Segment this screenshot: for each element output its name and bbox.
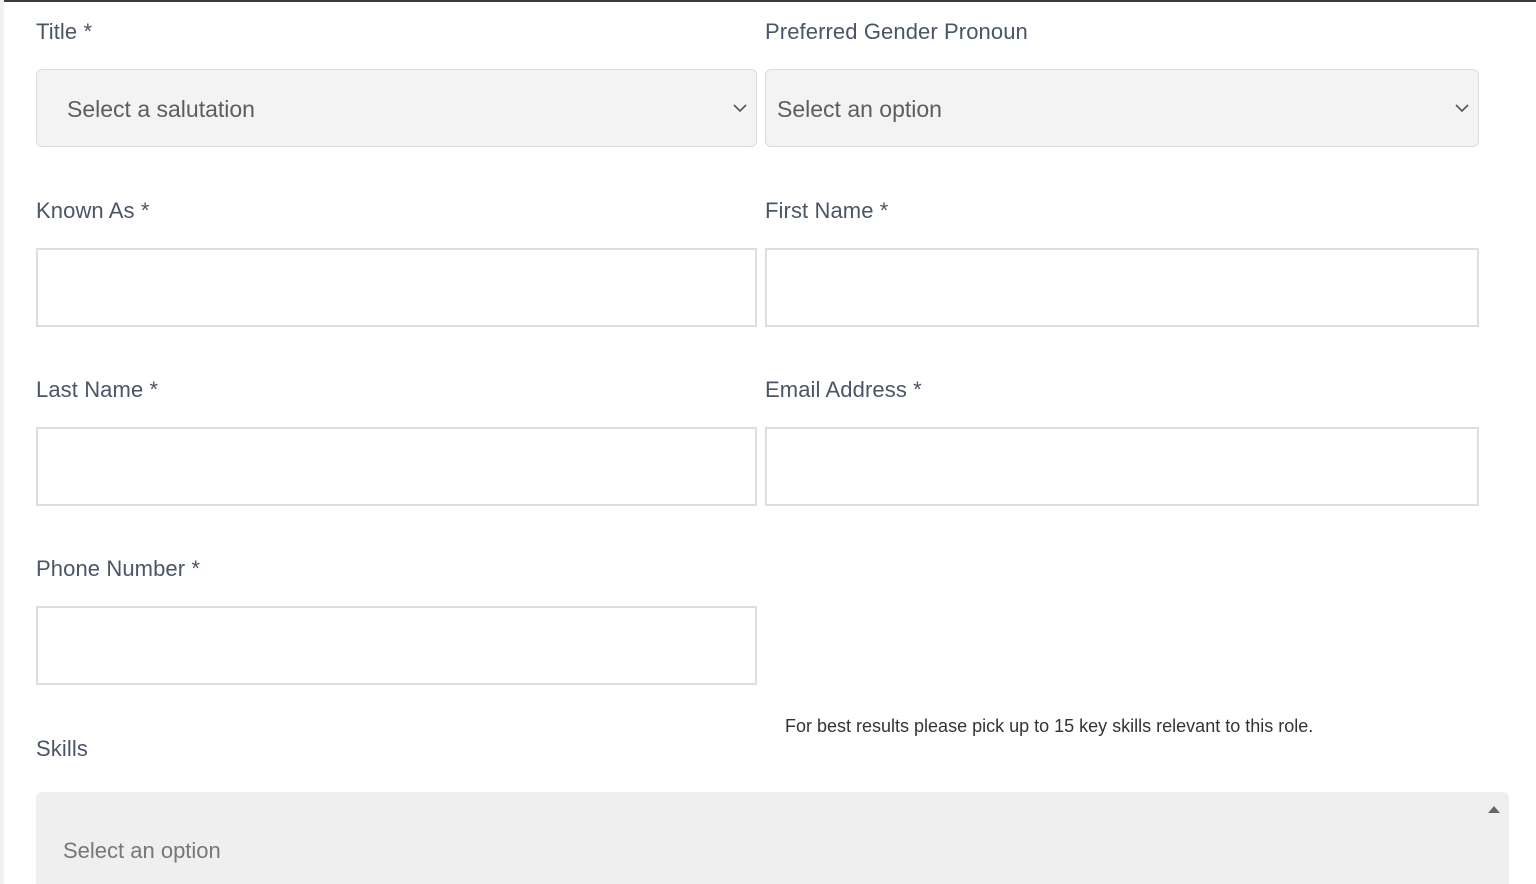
title-select-value: Select a salutation (67, 96, 255, 122)
last-name-label: Last Name * (36, 377, 159, 402)
title-label: Title * (36, 19, 93, 44)
candidate-form-page: Title * Preferred Gender Pronoun Select … (0, 0, 1536, 884)
skills-select[interactable]: Select an option (36, 792, 1509, 884)
top-border (0, 0, 1536, 2)
chevron-down-icon (1455, 104, 1469, 113)
pronoun-select[interactable]: Select an option (765, 69, 1479, 147)
skills-label: Skills (36, 736, 88, 761)
phone-input[interactable] (36, 606, 757, 685)
title-select[interactable]: Select a salutation (36, 69, 757, 147)
known-as-input[interactable] (36, 248, 757, 327)
pronoun-select-value: Select an option (777, 96, 942, 122)
chevron-down-icon (733, 104, 747, 113)
skills-hint: For best results please pick up to 15 ke… (785, 716, 1314, 736)
left-border (0, 0, 4, 884)
first-name-label: First Name * (765, 198, 889, 223)
email-input[interactable] (765, 427, 1479, 506)
first-name-input[interactable] (765, 248, 1479, 327)
phone-label: Phone Number * (36, 556, 201, 581)
skills-placeholder: Select an option (63, 838, 221, 863)
email-label: Email Address * (765, 377, 922, 402)
pronoun-label: Preferred Gender Pronoun (765, 19, 1028, 44)
last-name-input[interactable] (36, 427, 757, 506)
known-as-label: Known As * (36, 198, 150, 223)
caret-up-icon (1488, 806, 1500, 813)
